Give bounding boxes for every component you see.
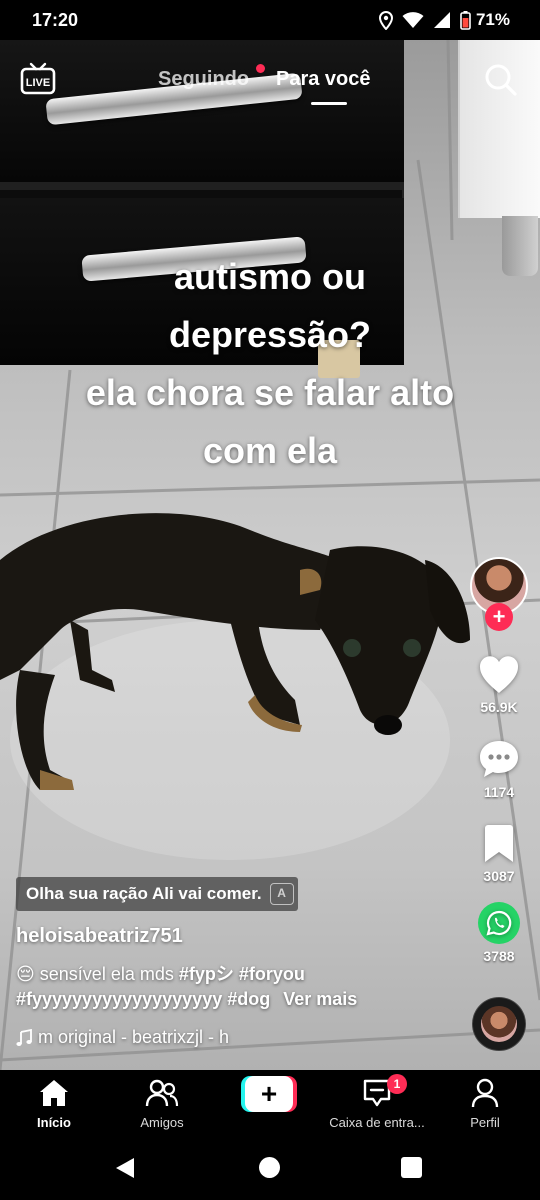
- wifi-icon: [402, 12, 424, 28]
- battery-icon: [460, 10, 471, 30]
- sound-link[interactable]: m original - beatrixzjl - h: [16, 1027, 229, 1048]
- comment-button[interactable]: 1174: [468, 738, 530, 800]
- tab-friends[interactable]: Amigos: [107, 1078, 217, 1130]
- recents-button[interactable]: [401, 1157, 422, 1178]
- friends-icon: [145, 1079, 179, 1107]
- bookmark-icon: [485, 825, 513, 862]
- tab-for-you[interactable]: Para você: [276, 68, 371, 91]
- back-icon[interactable]: [114, 1156, 136, 1180]
- tab-inbox-label: Caixa de entra...: [329, 1115, 425, 1130]
- live-tv-icon: LIVE: [20, 62, 56, 95]
- video-overlay-text: autismo ou depressão? ela chora se falar…: [0, 248, 540, 480]
- follow-button[interactable]: +: [485, 603, 513, 631]
- status-bar: 17:20 71%: [0, 0, 540, 40]
- bottom-tab-bar: Início Amigos + Caixa de entra... Perfil: [0, 1070, 540, 1140]
- description-emoji: 😔: [16, 964, 35, 984]
- like-count: 56.9K: [480, 699, 518, 715]
- plus-icon: +: [245, 1076, 293, 1112]
- signal-icon: [433, 12, 450, 28]
- active-tab-indicator: [311, 102, 347, 105]
- translate-icon: A: [269, 883, 294, 905]
- hashtag[interactable]: #foryou: [239, 964, 305, 984]
- search-icon: [485, 64, 517, 96]
- status-icons: 71%: [378, 9, 510, 31]
- sound-cover: [481, 1006, 517, 1042]
- search-button[interactable]: [484, 63, 518, 97]
- save-button[interactable]: 3087: [468, 824, 530, 884]
- tab-friends-label: Amigos: [140, 1115, 184, 1130]
- save-count: 3087: [483, 868, 515, 884]
- like-button[interactable]: 56.9K: [468, 655, 530, 715]
- tab-home[interactable]: Início: [0, 1078, 109, 1130]
- dog-image: [0, 513, 470, 790]
- tab-profile[interactable]: Perfil: [430, 1078, 540, 1130]
- hashtag[interactable]: #dog: [227, 989, 270, 1009]
- overlay-line: autismo ou: [173, 256, 366, 297]
- live-label: LIVE: [26, 77, 50, 89]
- battery-percent: 71%: [475, 10, 510, 29]
- create-button[interactable]: +: [241, 1076, 297, 1112]
- share-count: 3788: [483, 948, 515, 964]
- top-nav: LIVE Seguindo Para você: [0, 40, 540, 120]
- overlay-line: com ela: [202, 430, 338, 471]
- whatsapp-icon: [478, 902, 520, 944]
- live-button[interactable]: LIVE: [20, 61, 56, 97]
- translated-caption[interactable]: Olha sua ração Ali vai comer. A: [16, 877, 298, 911]
- hashtag[interactable]: #fyyyyyyyyyyyyyyyyyyy: [16, 989, 222, 1009]
- status-time: 17:20: [32, 10, 79, 30]
- tab-profile-label: Perfil: [470, 1115, 500, 1130]
- music-disc[interactable]: [473, 998, 525, 1050]
- tab-inbox[interactable]: Caixa de entra...: [322, 1078, 432, 1130]
- sound-name: m original - beatrixzjl - h: [38, 1027, 230, 1047]
- system-nav-bar: [0, 1140, 540, 1200]
- overlay-line: ela chora se falar alto: [85, 372, 455, 413]
- tab-following[interactable]: Seguindo: [158, 68, 249, 91]
- share-button[interactable]: 3788: [468, 902, 530, 964]
- inbox-badge: 1: [387, 1074, 407, 1094]
- home-icon: [40, 1080, 68, 1106]
- see-more-link[interactable]: Ver mais: [283, 989, 357, 1009]
- heart-icon: [479, 656, 519, 693]
- post-description[interactable]: 😔 sensível ela mds #fypシ #foryou #fyyyyy…: [16, 962, 436, 1012]
- new-content-dot: [256, 64, 265, 73]
- translated-caption-text: Olha sua ração Ali vai comer.: [26, 884, 262, 903]
- music-note-icon: [16, 1028, 32, 1046]
- comment-count: 1174: [483, 784, 515, 800]
- description-text: sensível ela mds: [39, 964, 174, 984]
- location-icon: [378, 10, 393, 30]
- creator-username[interactable]: heloisabeatriz751: [16, 925, 183, 948]
- profile-icon: [471, 1078, 499, 1108]
- comment-icon: [480, 741, 518, 777]
- hashtag[interactable]: #fypシ: [179, 964, 234, 984]
- overlay-line: depressão?: [168, 314, 372, 355]
- video-player[interactable]: autismo ou depressão? ela chora se falar…: [0, 40, 540, 1070]
- home-nav-button[interactable]: [259, 1157, 280, 1178]
- tab-home-label: Início: [37, 1115, 71, 1130]
